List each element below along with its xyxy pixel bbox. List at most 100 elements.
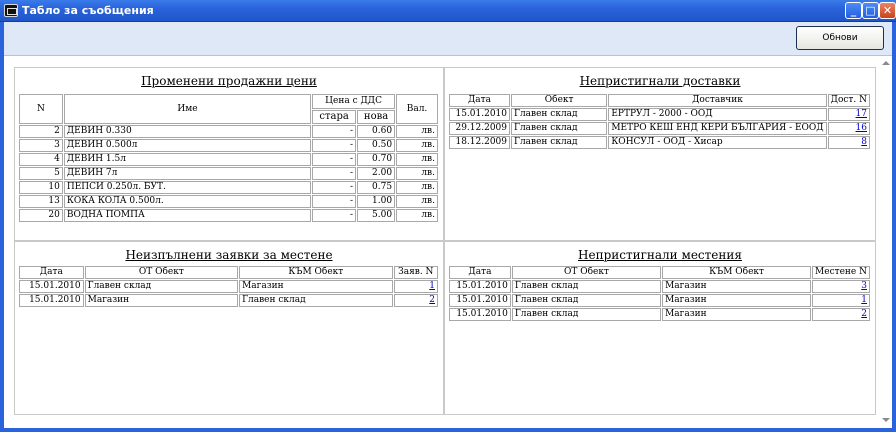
new-price: 2.00	[357, 167, 396, 180]
close-icon[interactable]: ✕	[879, 2, 896, 19]
refresh-button[interactable]: Обнови	[796, 26, 884, 50]
changed-prices-panel: Променени продажни цени N Име Цена с ДДС…	[14, 67, 444, 241]
request-date: 15.01.2010	[19, 294, 84, 307]
row-number: 2	[19, 125, 63, 138]
table-row: 15.01.2010 Магазин Главен склад 2	[19, 294, 438, 307]
changed-prices-title: Променени продажни цени	[141, 74, 317, 88]
table-row: 15.01.2010 Главен склад Магазин 2	[449, 308, 870, 321]
toolbar: Обнови	[4, 22, 892, 56]
table-row: 15.01.2010 Главен склад Магазин 1	[449, 294, 870, 307]
col-header-from-object: ОТ Обект	[511, 266, 662, 279]
row-number: 5	[19, 167, 63, 180]
delivery-number-link[interactable]: 17	[856, 109, 867, 119]
new-price: 0.70	[357, 153, 396, 166]
table-row: 2 ДЕВИН 0.330-0.60 лв.	[19, 125, 438, 138]
col-header-old: стара	[312, 109, 357, 124]
minimize-icon[interactable]: _	[845, 2, 862, 19]
vertical-scrollbar[interactable]	[878, 57, 892, 428]
row-number: 4	[19, 153, 63, 166]
delivery-number[interactable]: 17	[827, 108, 870, 121]
col-header-date: Дата	[449, 94, 510, 107]
currency: лв.	[396, 181, 438, 194]
col-header-transfer-number: Местене N	[812, 266, 870, 279]
delivery-number-link[interactable]: 8	[861, 137, 867, 147]
to-object: Магазин	[662, 294, 812, 307]
unfulfilled-requests-panel: Неизпълнени заявки за местене Дата ОТ Об…	[14, 241, 444, 415]
undelivered-supplies-table: Дата Обект Доставчик Дост. N 15.01.2010 Г…	[448, 93, 871, 150]
col-header-currency: Вал.	[396, 94, 438, 124]
request-date: 15.01.2010	[19, 280, 84, 293]
from-object: Главен склад	[84, 280, 239, 293]
old-price: -	[312, 209, 357, 222]
row-number: 20	[19, 209, 63, 222]
delivery-object: Главен склад	[511, 136, 608, 149]
col-header-price-vat: Цена с ДДС	[312, 94, 396, 109]
col-header-date: Дата	[19, 266, 84, 279]
old-price: -	[312, 153, 357, 166]
transfer-number[interactable]: 3	[812, 280, 870, 293]
col-header-object: Обект	[511, 94, 608, 107]
table-row: 18.12.2009 Главен склад КОНСУЛ - ООД - Хис…	[449, 136, 870, 149]
request-number-link[interactable]: 1	[429, 281, 435, 291]
undelivered-transfers-title: Непристигнали местения	[578, 248, 742, 262]
request-number[interactable]: 1	[393, 280, 438, 293]
col-header-delivery-number: Дост. N	[827, 94, 870, 107]
changed-prices-table: N Име Цена с ДДС Вал. стара нова 2 ДЕВИН …	[18, 93, 439, 223]
scroll-down-arrow-icon[interactable]	[882, 418, 890, 422]
col-header-n: N	[19, 94, 63, 124]
maximize-icon[interactable]: □	[862, 2, 879, 19]
transfer-date: 15.01.2010	[449, 308, 511, 321]
delivery-number[interactable]: 8	[827, 136, 870, 149]
delivery-date: 18.12.2009	[449, 136, 510, 149]
col-header-new: нова	[357, 109, 396, 124]
col-header-supplier: Доставчик	[608, 94, 827, 107]
undelivered-supplies-title: Непристигнали доставки	[579, 74, 741, 88]
old-price: -	[312, 167, 357, 180]
transfer-number-link[interactable]: 3	[861, 281, 867, 291]
col-header-date: Дата	[449, 266, 511, 279]
col-header-to-object: КЪМ Обект	[662, 266, 812, 279]
col-header-request-number: Заяв. N	[393, 266, 438, 279]
delivery-number-link[interactable]: 16	[856, 123, 867, 133]
supplier-name: МЕТРО КЕШ ЕНД КЕРИ БЪЛГАРИЯ - ЕООД	[608, 122, 827, 135]
table-row: 5 ДЕВИН 7л -2.00 лв.	[19, 167, 438, 180]
table-row: 15.01.2010 Главен склад Магазин 1	[19, 280, 438, 293]
delivery-number[interactable]: 16	[827, 122, 870, 135]
from-object: Главен склад	[511, 294, 662, 307]
transfer-number-link[interactable]: 1	[861, 295, 867, 305]
undelivered-transfers-table: Дата ОТ Обект КЪМ Обект Местене N 15.01.…	[448, 265, 871, 322]
transfer-number[interactable]: 2	[812, 308, 870, 321]
unfulfilled-requests-table: Дата ОТ Обект КЪМ Обект Заяв. N 15.01.20…	[18, 265, 439, 308]
unfulfilled-requests-title: Неизпълнени заявки за местене	[125, 248, 333, 262]
transfer-number[interactable]: 1	[812, 294, 870, 307]
table-row: 3 ДЕВИН 0.500л -0.50 лв.	[19, 139, 438, 152]
row-number: 3	[19, 139, 63, 152]
undelivered-transfers-panel: Непристигнали местения Дата ОТ Обект КЪМ…	[444, 241, 876, 415]
transfer-date: 15.01.2010	[449, 294, 511, 307]
window-border-right	[892, 22, 896, 432]
delivery-object: Главен склад	[511, 122, 608, 135]
transfer-number-link[interactable]: 2	[861, 309, 867, 319]
delivery-date: 29.12.2009	[449, 122, 510, 135]
delivery-object: Главен склад	[511, 108, 608, 121]
delivery-date: 15.01.2010	[449, 108, 510, 121]
request-number[interactable]: 2	[393, 294, 438, 307]
product-name: ВОДНА ПОМПА	[63, 209, 312, 222]
product-name: ПЕПСИ 0.250л. БУТ.	[63, 181, 312, 194]
product-name: ДЕВИН 7л	[63, 167, 312, 180]
table-row: 10 ПЕПСИ 0.250л. БУТ. -0.75 лв.	[19, 181, 438, 194]
new-price: 0.75	[357, 181, 396, 194]
old-price: -	[312, 181, 357, 194]
title-bar[interactable]: Табло за съобщения _ □ ✕	[0, 0, 896, 22]
new-price: 0.50	[357, 139, 396, 152]
window-title: Табло за съобщения	[22, 4, 154, 17]
col-header-to-object: КЪМ Обект	[239, 266, 393, 279]
app-icon	[4, 4, 18, 17]
table-row: 13 КОКА КОЛА 0.500л. -1.00 лв.	[19, 195, 438, 208]
currency: лв.	[396, 125, 438, 138]
scroll-up-arrow-icon[interactable]	[882, 61, 890, 65]
new-price: 1.00	[357, 195, 396, 208]
table-row: 15.01.2010 Главен склад ЕРТРУЛ - 2000 - ОО…	[449, 108, 870, 121]
from-object: Главен склад	[511, 308, 662, 321]
request-number-link[interactable]: 2	[429, 295, 435, 305]
